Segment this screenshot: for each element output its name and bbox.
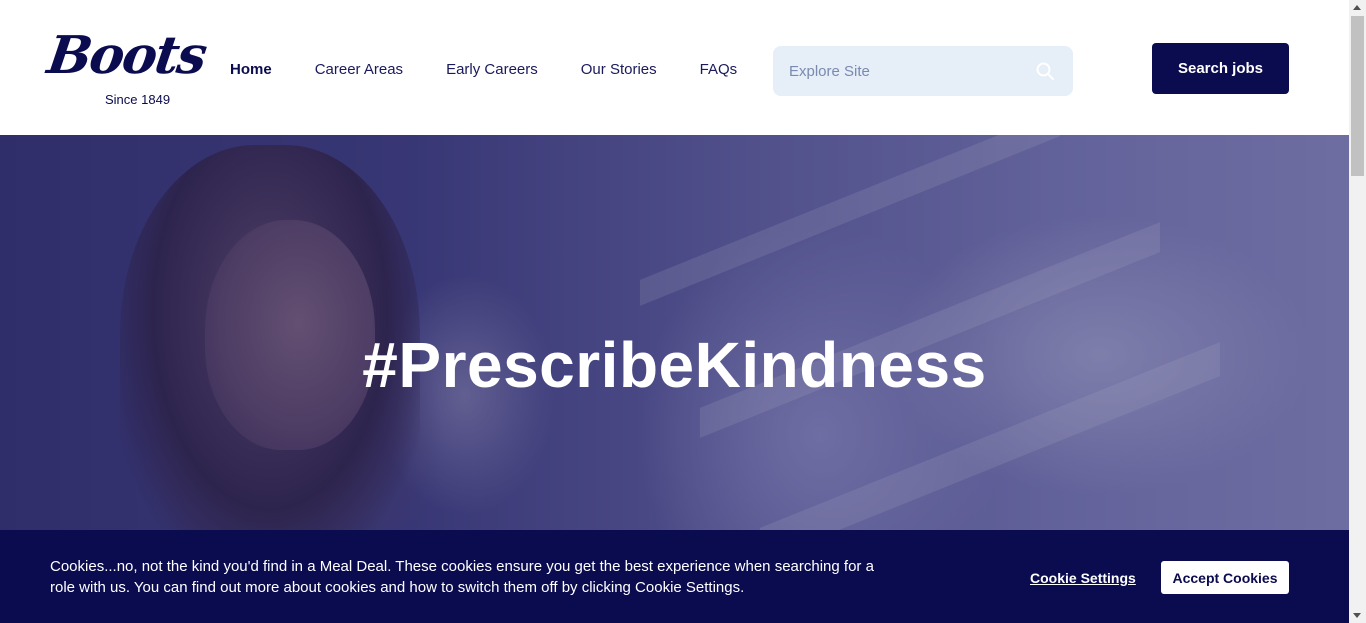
page-scrollbar[interactable] (1349, 0, 1366, 623)
search-jobs-button[interactable]: Search jobs (1152, 43, 1289, 94)
cookie-settings-link[interactable]: Cookie Settings (1030, 570, 1136, 586)
logo-since-text: Since 1849 (105, 92, 171, 107)
cookie-banner: Cookies...no, not the kind you'd find in… (0, 530, 1349, 623)
scroll-up-arrow-icon[interactable] (1353, 5, 1361, 10)
nav-item-early-careers[interactable]: Early Careers (446, 60, 538, 80)
nav-item-our-stories[interactable]: Our Stories (581, 60, 657, 80)
logo-wordmark: Boots (43, 25, 209, 86)
site-search (773, 46, 1073, 96)
hero-banner: #PrescribeKindness (0, 135, 1349, 530)
cookie-message: Cookies...no, not the kind you'd find in… (50, 558, 874, 596)
scroll-down-arrow-icon[interactable] (1353, 613, 1361, 618)
nav-item-career-areas[interactable]: Career Areas (315, 60, 403, 80)
search-input[interactable] (789, 46, 1029, 96)
search-icon[interactable] (1035, 61, 1055, 81)
main-nav: Home Career Areas Early Careers Our Stor… (230, 60, 780, 80)
boots-logo[interactable]: Boots Since 1849 (44, 25, 209, 110)
site-header: Boots Since 1849 Home Career Areas Early… (0, 0, 1349, 135)
nav-item-home[interactable]: Home (230, 60, 272, 80)
scroll-thumb[interactable] (1351, 16, 1364, 176)
accept-cookies-button[interactable]: Accept Cookies (1161, 561, 1289, 594)
hero-title: #PrescribeKindness (362, 329, 987, 401)
nav-item-faqs[interactable]: FAQs (700, 60, 738, 80)
